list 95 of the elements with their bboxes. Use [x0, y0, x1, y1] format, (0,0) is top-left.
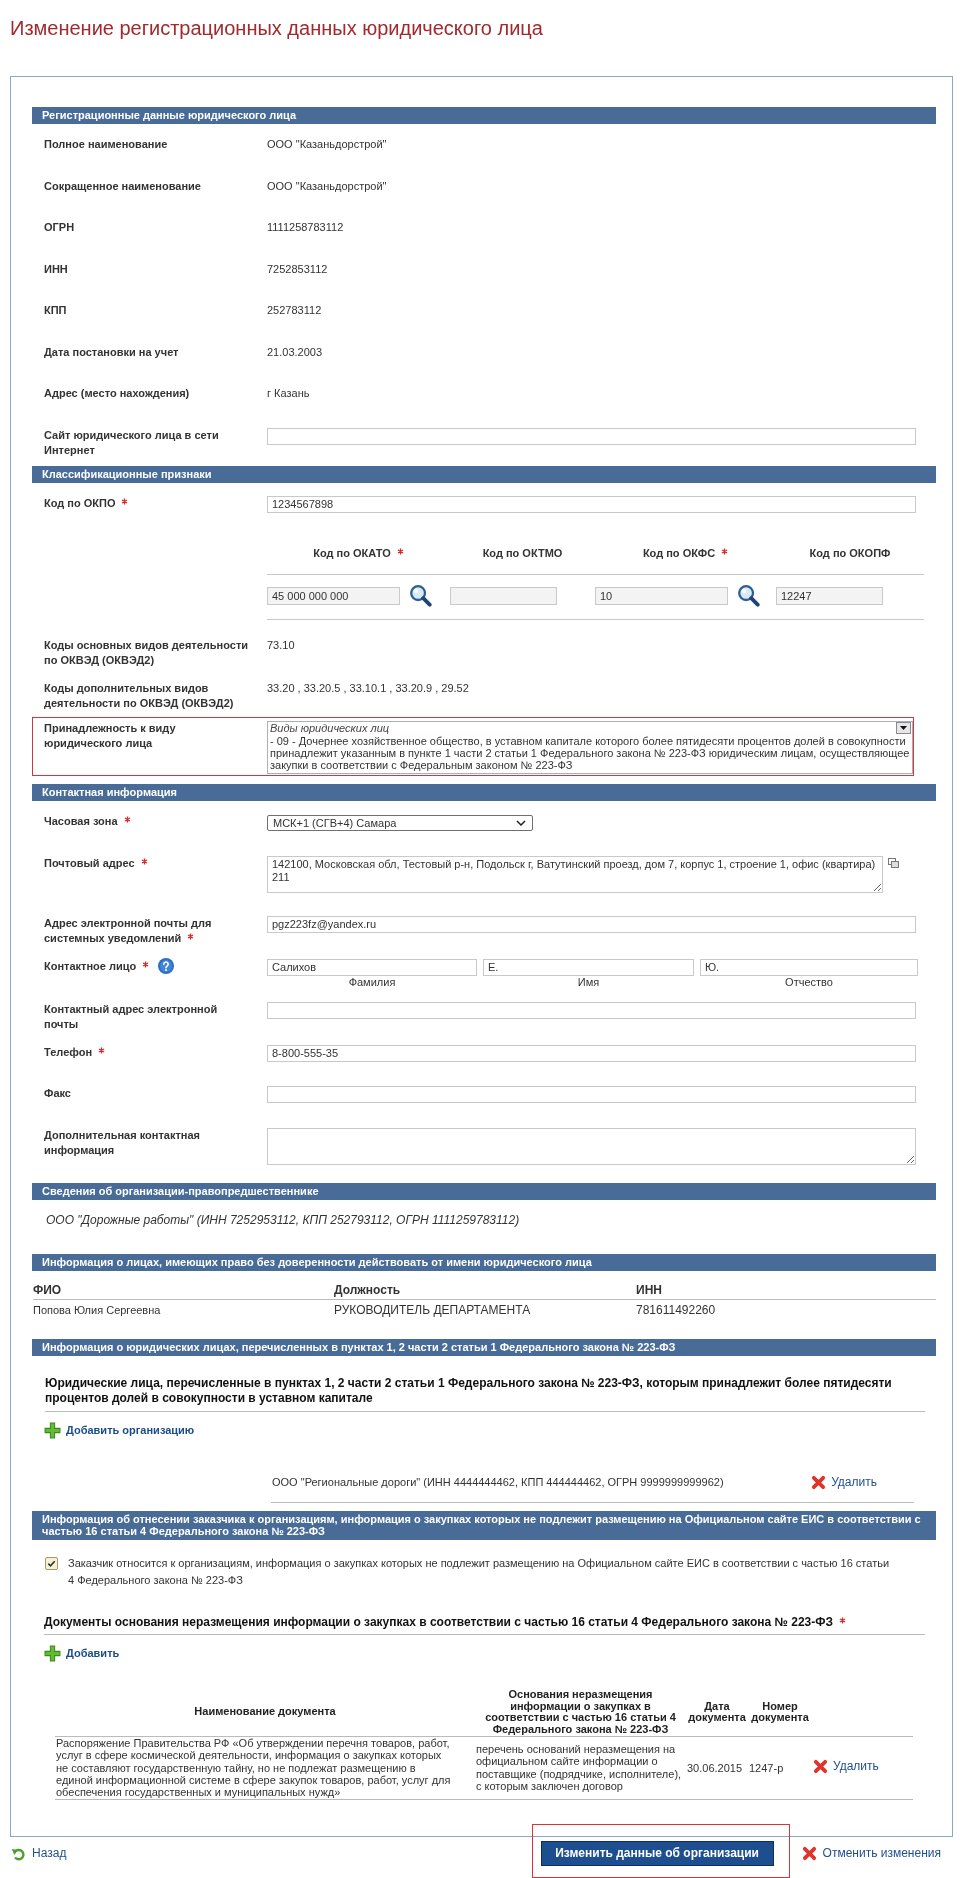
column-header: ФИО: [33, 1270, 334, 1300]
field-value: 252783112: [267, 303, 322, 318]
field-value: ООО "Казаньдорстрой": [267, 178, 387, 194]
field-label: Контактное лицо: [44, 959, 137, 972]
field-label: Почтовый адрес: [44, 856, 135, 869]
code-label: Код по ОКТМО: [482, 547, 563, 559]
add-organization-link[interactable]: Добавить организацию: [44, 1421, 195, 1439]
plus-icon: [44, 1421, 61, 1439]
field-label: ИНН: [44, 262, 68, 275]
code-label: Код по ОКФС: [642, 547, 716, 559]
field-value: 1111258783112: [267, 220, 344, 235]
column-header: ИНН: [636, 1270, 936, 1300]
entity-type-select[interactable]: [267, 721, 913, 774]
selected-value: - 09 - Дочернее хозяйственное общество, в уставном капитале которого более пятидесяти процентов долей в совокупности принадлежит указанным в пункте 1 части 2 статьи 1 Федерального закона № 223-ФЗ юридическим лицам, осуществляющее закупки в соответствии с Федеральным законом № 223-ФЗ: [270, 735, 911, 771]
column-header: Дата документа: [686, 1689, 748, 1737]
section-header: Сведения об организации-правопредшественнике: [32, 1182, 936, 1200]
field-label: КПП: [44, 304, 67, 316]
field-label: Коды дополнительных видов деятельности по ОКВЭД (ОКВЭД2): [44, 682, 234, 709]
text-field[interactable]: 8-800-555-35: [267, 1044, 916, 1062]
predecessor-text: ООО "Дорожные работы" (ИНН 7252953112, КПП 252793112, ОГРН 1111259783112): [45, 1211, 521, 1229]
field-value: г Казань: [267, 386, 310, 401]
cross-icon: [811, 1474, 827, 1490]
cross-icon: [813, 1759, 828, 1775]
text-field[interactable]: Салихов: [267, 958, 477, 976]
field-label: Адрес электронной почты для системных уведомлений: [44, 916, 212, 944]
text-field[interactable]: Ю.: [700, 958, 918, 976]
field-label: Часовая зона: [44, 815, 118, 827]
field-label: Полное наименование: [44, 138, 168, 150]
cancel-link[interactable]: Отменить изменения: [801, 1846, 941, 1862]
textarea-field[interactable]: 142100, Московская обл, Тестовый р-н, Подольск г, Ватутинский проезд, дом 7, корпус 1, строение 1, офис (квартира) 211: [267, 855, 883, 893]
section-header: Контактная информация: [32, 784, 936, 801]
text-field[interactable]: [267, 427, 916, 445]
section-header: Регистрационные данные юридического лица: [32, 107, 936, 124]
column-header: Основания неразмещения информации о закупках в соответствии с частью 16 статьи 4 Федерального закона № 223-ФЗ: [475, 1689, 686, 1737]
field-label: Дополнительная контактная информация: [44, 1128, 200, 1156]
field-value: 33.20 , 33.20.5 , 33.10.1 , 33.20.9 , 29.52: [267, 681, 469, 696]
column-header: Наименование документа: [55, 1689, 475, 1737]
copy-icon[interactable]: [888, 857, 899, 868]
checkbox[interactable]: [45, 1557, 58, 1570]
column-header: Должность: [334, 1270, 636, 1300]
field-label: Дата постановки на учет: [44, 345, 179, 358]
cross-icon: [801, 1846, 817, 1862]
code-label: Код по ОКАТО: [313, 547, 391, 559]
section-header: Информация о юридических лицах, перечисленных в пунктах 1, 2 части 2 статьи 1 Федерального закона № 223-ФЗ: [32, 1338, 936, 1356]
help-icon[interactable]: [158, 957, 175, 974]
select-hint: Виды юридических лиц: [270, 722, 390, 735]
table-cell-text: РУКОВОДИТЕЛЬ ДЕПАРТАМЕНТА: [334, 1301, 532, 1319]
field-value: 73.10: [267, 638, 295, 653]
section-header: Классификационные признаки: [32, 465, 936, 483]
text-field[interactable]: Е.: [483, 958, 694, 976]
textarea-field[interactable]: [267, 1127, 916, 1165]
chevron-icon: [516, 820, 526, 826]
plus-icon: [44, 1645, 61, 1662]
field-label: Коды основных видов деятельности по ОКВЭД (ОКВЭД2): [44, 639, 249, 666]
organization-entry: ООО "Региональные дороги" (ИНН 4444444462, КПП 444444462, ОГРН 9999999999962): [272, 1474, 724, 1490]
table-cell: 30.06.2015: [686, 1736, 748, 1800]
timezone-select[interactable]: МСК+1 (СГВ+4) Самара: [267, 815, 533, 831]
submit-button[interactable]: Изменить данные об организации: [540, 1841, 774, 1867]
field-label: Контактный адрес электронной почты: [44, 1002, 218, 1030]
field-caption: Отчество: [784, 975, 834, 989]
field-label: Принадлежность к виду юридического лица: [44, 722, 176, 749]
field-caption: Имя: [576, 975, 601, 989]
text-field[interactable]: [267, 1001, 916, 1019]
field-value: 21.03.2003: [267, 344, 323, 360]
table-cell-text: Попова Юлия Сергеевна: [33, 1302, 162, 1318]
section-header: Информация о лицах, имеющих право без доверенности действовать от имени юридического лица: [32, 1253, 936, 1271]
field-value: 7252853112: [267, 261, 328, 277]
table-cell: Распоряжение Правительства РФ «Об утверждении перечня товаров, работ, услуг в сфере космической деятельности, информация о закупках которых не составляют государственную тайну, но не подлежат размещению в единой информационной системе в сфере закупок товаров, работ, услуг для обеспечения государственных и муниципальных нужд»: [55, 1736, 475, 1800]
field-label: Адрес (место нахождения): [44, 387, 190, 399]
field-label: Сокращенное наименование: [44, 179, 201, 192]
back-arrow-icon: [11, 1846, 26, 1862]
documents-title: Документы основания неразмещения информации о закупках в соответствии с частью 16 статьи 4 Федерального закона № 223-ФЗ: [44, 1615, 834, 1629]
add-link[interactable]: Добавить: [44, 1645, 120, 1662]
field-label: Факс: [44, 1087, 71, 1099]
section-subtitle: Юридические лица, перечисленные в пунктах 1, 2 части 2 статьи 1 Федерального закона № 223-ФЗ, которым принадлежит более пятидесяти процентов долей в совокупности в уставном капитале: [45, 1375, 893, 1406]
table-cell-text: 781611492260: [636, 1301, 717, 1319]
text-field[interactable]: 1234567898: [267, 495, 916, 513]
column-header: Номер документа: [748, 1689, 812, 1737]
field-label: Телефон: [44, 1045, 93, 1058]
back-link[interactable]: Назад: [11, 1846, 67, 1862]
code-label: Код по ОКОПФ: [809, 547, 891, 559]
table-cell: перечень оснований неразмещения на официальном сайте информации о поставщике (подрядчике, исполнителе), с которым заключен договор: [475, 1736, 686, 1800]
delete-link[interactable]: Удалить: [811, 1474, 877, 1490]
field-caption: Фамилия: [347, 975, 397, 989]
field-label: Код по ОКПО: [44, 496, 116, 509]
table-cell: 1247-р: [748, 1736, 812, 1800]
delete-link[interactable]: Удалить: [813, 1759, 879, 1775]
section-header: Информация об отнесении заказчика к организациям, информация о закупках которых не подлежит размещению на Официальном сайте ЕИС в соответствии с частью 16 статьи 4 Федерального закона № 223-ФЗ: [32, 1510, 936, 1540]
checkbox-label: Заказчик относится к организациям, информация о закупках которых не подлежит размещению на Официальном сайте ЕИС в соответствии с частью 16 статьи 4 Федерального закона № 223-ФЗ: [68, 1556, 891, 1588]
text-field[interactable]: pgz223fz@yandex.ru: [267, 915, 916, 933]
text-field[interactable]: [267, 1086, 916, 1103]
field-label: ОГРН: [44, 221, 75, 233]
page-title: Изменение регистрационных данных юридического лица: [9, 16, 544, 41]
field-label: Сайт юридического лица в сети Интернет: [44, 428, 219, 456]
field-value: ООО "Казаньдорстрой": [267, 137, 387, 152]
